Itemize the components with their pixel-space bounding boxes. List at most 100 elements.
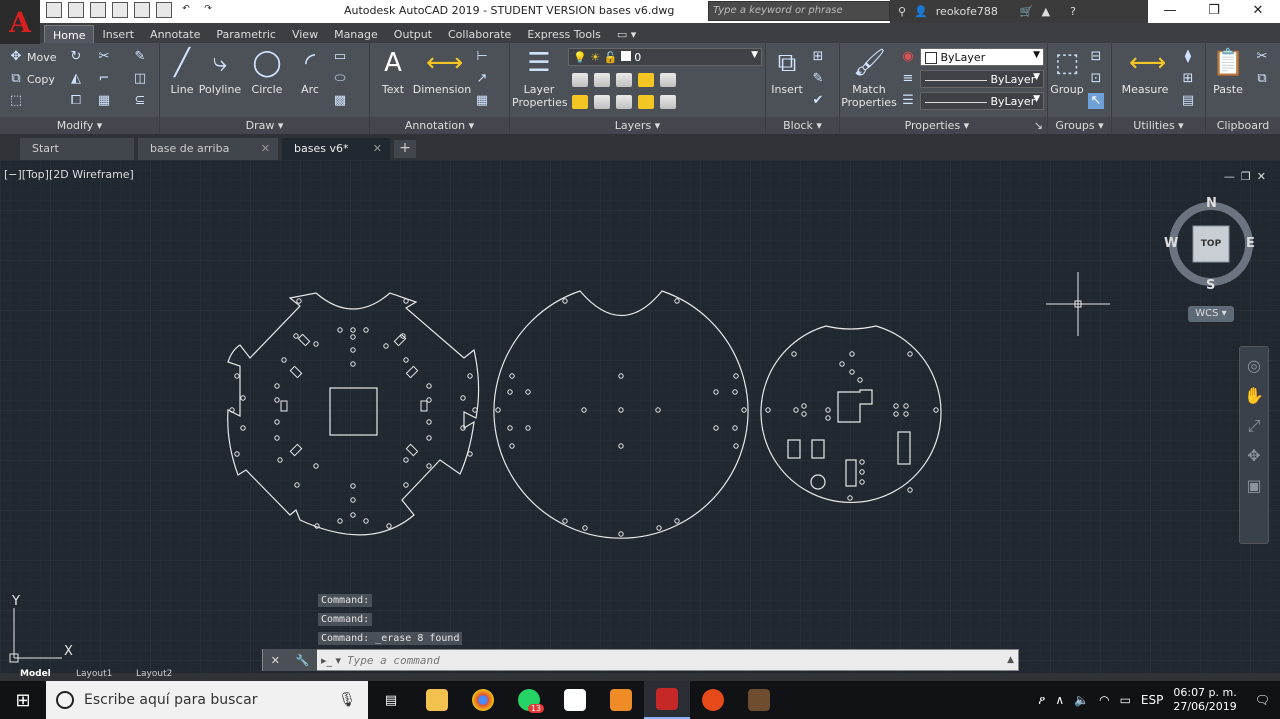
autocad-button[interactable] [644, 681, 690, 719]
user-name[interactable]: reokofe788 [936, 5, 998, 18]
copy-button[interactable]: ⧉ Copy [8, 71, 55, 87]
linetype-dropdown[interactable]: ByLayer ▼ [920, 70, 1044, 88]
close-tab-icon[interactable]: ✕ [261, 138, 270, 160]
lineweight-dropdown[interactable]: ByLayer ▼ [920, 92, 1044, 110]
tab-view[interactable]: View [284, 25, 326, 43]
tab-parametric[interactable]: Parametric [208, 25, 284, 43]
attribute-button[interactable]: ✔ [810, 93, 826, 109]
layer-tool-icon[interactable] [616, 95, 632, 109]
panel-clipboard-title[interactable]: Clipboard [1206, 117, 1280, 134]
viewcube-north[interactable]: N [1206, 196, 1217, 211]
layer-tool-icon[interactable] [572, 73, 588, 87]
dimension-button[interactable]: ⟷ Dimension [412, 47, 472, 96]
command-input[interactable]: Type a command [347, 654, 440, 667]
open-file-icon[interactable] [68, 2, 84, 18]
panel-utilities-title[interactable]: Utilities ▾ [1112, 117, 1205, 134]
whatsapp-button[interactable]: 13 [506, 681, 552, 719]
chrome-button[interactable] [460, 681, 506, 719]
viewport-controls[interactable]: [−][Top][2D Wireframe] [4, 168, 134, 181]
rotate-button[interactable]: ↻ [68, 49, 84, 65]
tab-layout1[interactable]: Layout1 [76, 669, 112, 679]
command-line[interactable]: ✕ 🔧 ▸_ ▾ Type a command ▲ [262, 649, 1019, 671]
task-view-button[interactable]: ▤ [368, 681, 414, 719]
drawing-area[interactable]: [−][Top][2D Wireframe] — ❐ ✕ N S E W TOP… [0, 160, 1280, 673]
panel-properties-title[interactable]: Properties ▾ ↘ [840, 117, 1047, 134]
notifications-icon[interactable]: 🗨 [1255, 693, 1270, 707]
app2-button[interactable] [690, 681, 736, 719]
minecraft-button[interactable] [736, 681, 782, 719]
show-hidden-icons-icon[interactable]: ∧ [1055, 693, 1064, 707]
tab-home[interactable]: Home [44, 25, 95, 43]
panel-draw-title[interactable]: Draw ▾ [160, 117, 369, 134]
doc-tab-base-de-arriba[interactable]: base de arriba final.dxf*✕ [138, 138, 278, 177]
layer-tool-icon[interactable] [572, 95, 588, 109]
offset-button[interactable]: ⊆ [132, 93, 148, 109]
fillet-button[interactable]: ⌐ [96, 71, 112, 87]
edit-block-button[interactable]: ✎ [810, 71, 826, 87]
start-button[interactable]: ⊞ [0, 681, 46, 719]
erase-button[interactable]: ✎ [132, 49, 148, 65]
binoculars-icon[interactable]: ⚲ [898, 5, 906, 18]
tab-output[interactable]: Output [386, 25, 440, 43]
tab-manage[interactable]: Manage [326, 25, 386, 43]
lineweight-icon-button[interactable]: ≡ [900, 71, 916, 87]
maximize-button[interactable]: ❐ [1192, 0, 1236, 23]
orbit-icon[interactable]: ✥ [1243, 445, 1265, 467]
undo-icon[interactable]: ↶ [178, 2, 194, 18]
calculator-button[interactable]: ▤ [1180, 93, 1196, 109]
search-input[interactable]: Type a keyword or phrase [708, 1, 890, 21]
app-button[interactable] [552, 681, 598, 719]
hatch-button[interactable]: ▩ [332, 93, 348, 109]
close-icon[interactable]: ✕ [271, 654, 280, 667]
scale-button[interactable]: ⧠ [68, 93, 84, 109]
copy-clip-button[interactable]: ⧉ [1254, 71, 1270, 87]
cart-icon[interactable]: 🛒 [1020, 5, 1034, 18]
text-button[interactable]: A Text [374, 47, 412, 96]
layer-tool-icon[interactable] [660, 95, 676, 109]
zoom-extents-icon[interactable]: ⤢ [1243, 415, 1265, 437]
leader-button[interactable]: ↗ [474, 71, 490, 87]
layer-properties-button[interactable]: ☰ Layer Properties [512, 47, 568, 109]
wifi-icon[interactable]: ◠ [1099, 693, 1109, 707]
ungroup-button[interactable]: ⊟ [1088, 49, 1104, 65]
stretch-button[interactable]: ⬚ [8, 93, 24, 109]
save-icon[interactable] [90, 2, 106, 18]
arc-button[interactable]: ◜ Arc [290, 47, 330, 96]
panel-layers-title[interactable]: Layers ▾ [510, 117, 765, 134]
showmotion-icon[interactable]: ▣ [1243, 475, 1265, 497]
layer-dropdown[interactable]: 💡 ☀ 🔓 0 ▼ [568, 48, 762, 66]
minimize-button[interactable]: — [1148, 0, 1192, 23]
layer-tool-icon[interactable] [594, 95, 610, 109]
fusion-button[interactable] [598, 681, 644, 719]
viewport-minimize-icon[interactable]: — [1224, 170, 1235, 183]
close-button[interactable]: ✕ [1236, 0, 1280, 23]
save-as-icon[interactable] [112, 2, 128, 18]
panel-annotation-title[interactable]: Annotation ▾ [370, 117, 509, 134]
group-edit-button[interactable]: ⊡ [1088, 71, 1104, 87]
panel-block-title[interactable]: Block ▾ [766, 117, 839, 134]
dialog-launcher-icon[interactable]: ↘ [1034, 117, 1043, 134]
customize-wrench-icon[interactable]: 🔧 [296, 654, 310, 667]
panel-groups-title[interactable]: Groups ▾ [1048, 117, 1111, 134]
layer-tool-icon[interactable] [594, 73, 610, 87]
linear-dim-button[interactable]: ⊢ [474, 49, 490, 65]
match-properties-button[interactable]: 🖌 Match Properties [840, 47, 898, 109]
viewport-close-icon[interactable]: ✕ [1257, 170, 1266, 183]
plot-icon[interactable] [134, 2, 150, 18]
taskbar-search[interactable]: Escribe aquí para buscar 🎙 [46, 681, 368, 719]
polyline-button[interactable]: ⤷ Polyline [198, 47, 242, 96]
doc-tab-start[interactable]: Start [20, 138, 134, 160]
insert-button[interactable]: ⧉ Insert [768, 47, 806, 96]
array-button[interactable]: ▦ [96, 93, 112, 109]
close-tab-icon[interactable]: ✕ [373, 138, 382, 160]
print-icon[interactable] [156, 2, 172, 18]
language-indicator[interactable]: ESP [1141, 693, 1163, 707]
microphone-icon[interactable]: 🎙 [338, 692, 356, 708]
layer-tool-icon[interactable] [616, 73, 632, 87]
mirror-button[interactable]: ◭ [68, 71, 84, 87]
tab-insert[interactable]: Insert [94, 25, 142, 43]
ellipse-button[interactable]: ⬭ [332, 71, 348, 87]
steering-wheel-icon[interactable]: ◎ [1243, 355, 1265, 377]
layer-tool-icon[interactable] [638, 73, 654, 87]
panel-modify-title[interactable]: Modify ▾ [0, 117, 159, 134]
